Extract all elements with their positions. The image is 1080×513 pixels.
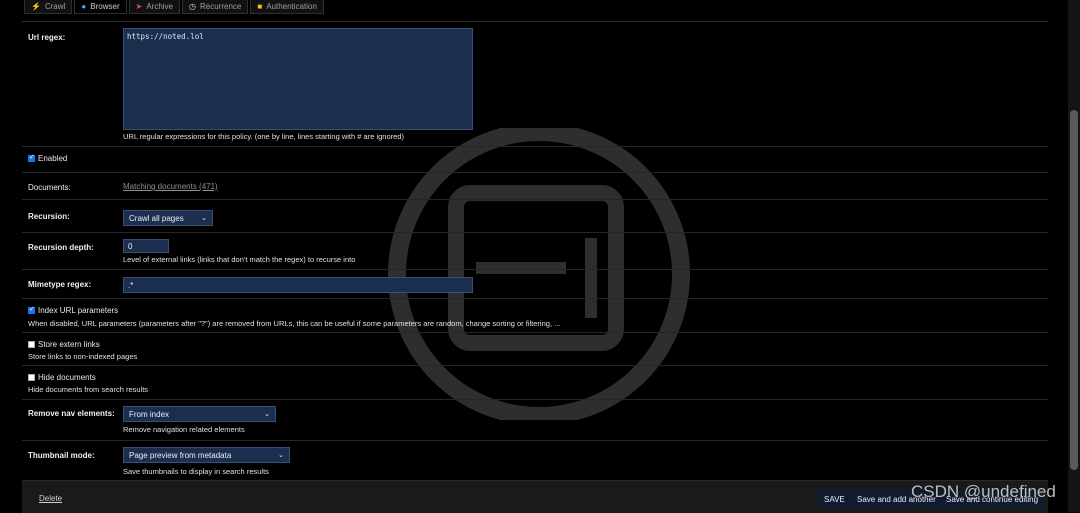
hide-documents-checkbox[interactable] — [28, 374, 35, 381]
store-extern-links-row: Store extern links Store links to non-in… — [22, 333, 1048, 366]
form-footer: Delete SAVE Save and add another Save an… — [22, 480, 1048, 513]
matching-documents-link[interactable]: Matching documents (471) — [123, 182, 218, 191]
tab-crawl[interactable]: ⚡ Crawl — [24, 0, 73, 14]
rocket-icon: ➤ — [135, 1, 143, 11]
url-regex-textarea[interactable]: https://noted.lol — [123, 28, 473, 130]
recursion-row: Recursion: Crawl all pages ⌄ — [22, 200, 1048, 233]
remove-nav-label: Remove nav elements: — [28, 409, 115, 418]
enabled-row: Enabled — [22, 147, 1048, 173]
tab-recurrence[interactable]: ◷ Recurrence — [182, 0, 249, 14]
store-extern-links-help: Store links to non-indexed pages — [28, 352, 138, 361]
policy-form: Url regex: https://noted.lol URL regular… — [22, 22, 1048, 481]
tab-label: Recurrence — [199, 2, 242, 11]
recursion-select[interactable]: Crawl all pages ⌄ — [123, 210, 213, 226]
hide-documents-label: Hide documents — [38, 373, 96, 382]
tab-label: Authentication — [266, 2, 317, 11]
tab-label: Browser — [90, 2, 120, 11]
remove-nav-select-value: From index — [129, 409, 170, 419]
clock-icon: ◷ — [189, 1, 196, 11]
tab-label: Archive — [146, 2, 173, 11]
remove-nav-row: Remove nav elements: From index ⌄ Remove… — [22, 400, 1048, 441]
recursion-depth-row: Recursion depth: 0 Level of external lin… — [22, 233, 1048, 270]
thumbnail-mode-select[interactable]: Page preview from metadata ⌄ — [123, 447, 290, 463]
documents-row: Documents: Matching documents (471) — [22, 173, 1048, 200]
tab-archive[interactable]: ➤ Archive — [128, 0, 180, 14]
index-url-params-help: When disabled, URL parameters (parameter… — [28, 319, 561, 328]
recursion-select-value: Crawl all pages — [129, 213, 184, 223]
tab-bar: ⚡ Crawl ● Browser ➤ Archive ◷ Recurrence… — [24, 0, 324, 15]
chevron-down-icon: ⌄ — [278, 452, 284, 459]
thumbnail-mode-label: Thumbnail mode: — [28, 451, 95, 460]
index-url-params-group: Index URL parameters — [28, 305, 119, 315]
mimetype-regex-label: Mimetype regex: — [28, 280, 92, 289]
enabled-label: Enabled — [38, 154, 68, 163]
thumbnail-mode-row: Thumbnail mode: Page preview from metada… — [22, 441, 1048, 481]
hide-documents-help: Hide documents from search results — [28, 385, 149, 394]
enabled-checkbox[interactable] — [28, 153, 35, 162]
lock-icon: ■ — [257, 1, 263, 11]
remove-nav-select[interactable]: From index ⌄ — [123, 406, 276, 422]
url-regex-label: Url regex: — [28, 33, 66, 42]
recursion-label: Recursion: — [28, 212, 70, 221]
hide-documents-row: Hide documents Hide documents from searc… — [22, 366, 1048, 400]
store-extern-links-checkbox[interactable] — [28, 341, 35, 348]
index-url-params-row: Index URL parameters When disabled, URL … — [22, 299, 1048, 333]
scrollbar-track[interactable] — [1068, 0, 1080, 512]
mimetype-regex-input[interactable]: .* — [123, 277, 473, 293]
recursion-depth-help: Level of external links (links that don'… — [123, 255, 356, 264]
documents-label: Documents: — [28, 183, 71, 192]
url-regex-row: Url regex: https://noted.lol URL regular… — [22, 22, 1048, 147]
enabled-checkbox-group: Enabled — [28, 153, 68, 163]
thumbnail-mode-select-value: Page preview from metadata — [129, 450, 232, 460]
index-url-params-checkbox[interactable] — [28, 305, 35, 314]
tab-browser[interactable]: ● Browser — [74, 0, 127, 14]
store-extern-links-group: Store extern links — [28, 340, 100, 349]
chevron-down-icon: ⌄ — [264, 411, 270, 418]
save-button[interactable]: SAVE — [818, 489, 851, 509]
mimetype-regex-row: Mimetype regex: .* — [22, 270, 1048, 299]
chevron-down-icon: ⌄ — [201, 215, 207, 222]
url-regex-help: URL regular expressions for this policy.… — [123, 132, 404, 141]
tab-authentication[interactable]: ■ Authentication — [250, 0, 324, 14]
remove-nav-help: Remove navigation related elements — [123, 425, 245, 434]
bolt-icon: ⚡ — [31, 1, 41, 11]
thumbnail-mode-help: Save thumbnails to display in search res… — [123, 467, 269, 476]
recursion-depth-label: Recursion depth: — [28, 243, 94, 252]
store-extern-links-label: Store extern links — [38, 340, 100, 349]
delete-link[interactable]: Delete — [39, 494, 62, 503]
hide-documents-group: Hide documents — [28, 373, 96, 382]
tab-label: Crawl — [44, 2, 66, 11]
csdn-watermark-text: CSDN @undefined — [911, 482, 1056, 501]
index-url-params-label: Index URL parameters — [38, 306, 119, 315]
globe-icon: ● — [81, 1, 87, 11]
scrollbar-thumb[interactable] — [1070, 110, 1078, 470]
recursion-depth-input[interactable]: 0 — [123, 239, 169, 253]
